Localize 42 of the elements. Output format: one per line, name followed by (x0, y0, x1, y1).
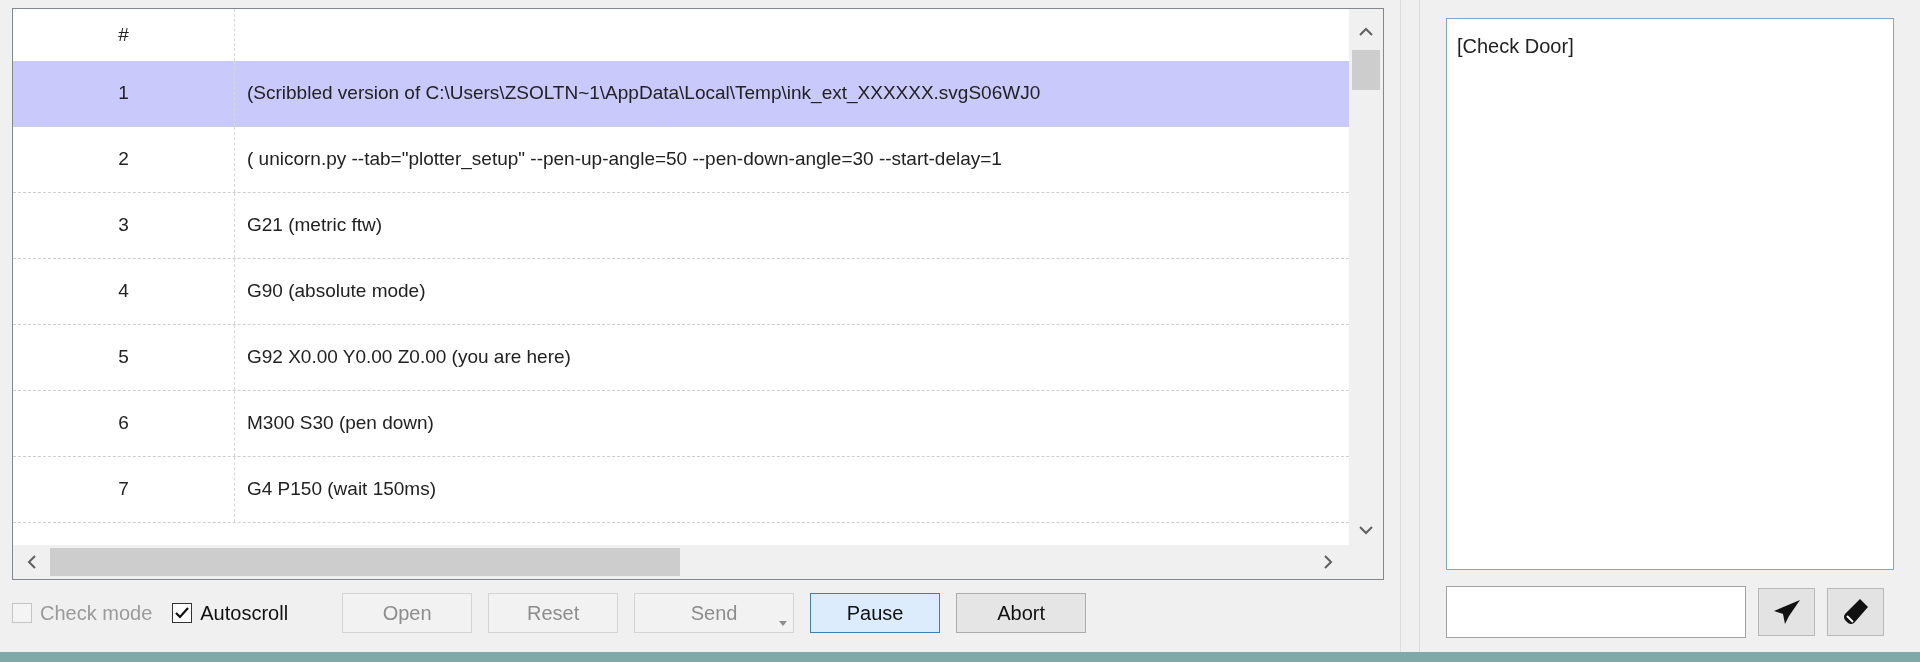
line-number: 4 (118, 279, 129, 304)
scroll-left-icon[interactable] (27, 555, 36, 569)
dropdown-caret-icon (779, 621, 788, 626)
table-row[interactable]: 5 G92 X0.00 Y0.00 Z0.00 (you are here) (13, 325, 1349, 391)
checkbox-label[interactable]: Autoscroll (200, 598, 289, 628)
scroll-down-icon[interactable] (1359, 526, 1373, 535)
scrollbar-thumb[interactable] (50, 548, 680, 576)
line-number: 3 (118, 213, 129, 238)
table-row[interactable]: 6 M300 S30 (pen down) (13, 391, 1349, 457)
gcode-line: ( unicorn.py --tab="plotter_setup" --pen-up-angle=50 --pen-down-angle=30 --start-delay=1 (247, 147, 1002, 172)
horizontal-scrollbar[interactable] (13, 545, 1383, 579)
clear-button[interactable] (1827, 588, 1884, 636)
scroll-right-icon[interactable] (1324, 555, 1333, 569)
line-number: 7 (118, 477, 129, 502)
check-icon (175, 607, 190, 619)
scrollbar-thumb[interactable] (1352, 50, 1380, 90)
log-line: [Check Door] (1457, 34, 1574, 59)
line-number: 2 (118, 147, 129, 172)
vertical-scrollbar[interactable] (1349, 9, 1383, 545)
table-row[interactable]: 4 G90 (absolute mode) (13, 259, 1349, 325)
scroll-up-icon[interactable] (1359, 27, 1373, 36)
action-button[interactable]: Abort (956, 593, 1087, 633)
send-command-button[interactable] (1758, 588, 1815, 636)
gcode-line: G92 X0.00 Y0.00 Z0.00 (you are here) (247, 345, 571, 370)
gcode-line: (Scribbled version of C:\Users\ZSOLTN~1\AppData\Local\Temp\ink_ext_XXXXXX.svgS06WJ0 (247, 81, 1041, 106)
table-row[interactable]: 7 G4 P150 (wait 150ms) (13, 457, 1349, 523)
action-button[interactable]: Pause (810, 593, 941, 633)
command-field[interactable] (1446, 586, 1746, 638)
checkbox[interactable] (172, 603, 193, 623)
line-number: 6 (118, 411, 129, 436)
table-row[interactable]: 1 (Scribbled version of C:\Users\ZSOLTN~1\AppData\Local\Temp\ink_ext_XXXXXX.svgS06WJ0 (13, 61, 1349, 127)
gcode-line: G21 (metric ftw) (247, 213, 383, 238)
gcode-line: M300 S30 (pen down) (247, 411, 434, 436)
line-number: 1 (118, 81, 129, 106)
eraser-icon (1842, 598, 1869, 626)
column-header: # (118, 22, 129, 47)
line-number: 5 (118, 345, 129, 370)
table-row[interactable]: 2 ( unicorn.py --tab="plotter_setup" --pen-up-angle=50 --pen-down-angle=30 --start-delay=1 (13, 127, 1349, 193)
table-row[interactable]: 3 G21 (metric ftw) (13, 193, 1349, 259)
gcode-line: G4 P150 (wait 150ms) (247, 477, 437, 502)
paper-plane-icon (1772, 599, 1801, 625)
gcode-line: G90 (absolute mode) (247, 279, 426, 304)
